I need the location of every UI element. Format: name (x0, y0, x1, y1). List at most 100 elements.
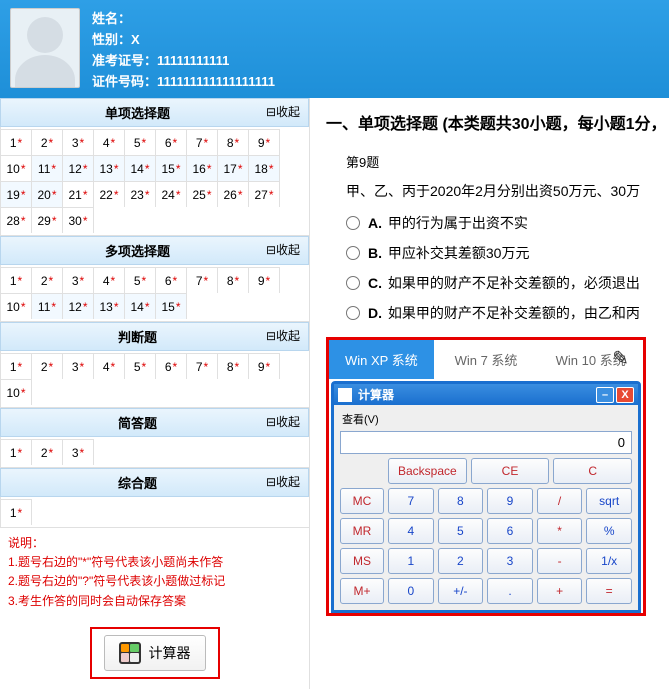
question-cell[interactable]: 14* (125, 155, 156, 181)
radio-b[interactable] (346, 246, 360, 260)
question-cell[interactable]: 3* (63, 267, 94, 293)
question-cell[interactable]: 18* (249, 155, 280, 181)
question-cell[interactable]: 16* (187, 155, 218, 181)
key-sqrt[interactable]: sqrt (586, 488, 632, 514)
question-cell[interactable]: 3* (63, 439, 94, 465)
tab-winxp[interactable]: Win XP 系统 (329, 340, 434, 379)
key-8[interactable]: 8 (438, 488, 484, 514)
question-cell[interactable]: 13* (94, 293, 125, 319)
question-cell[interactable]: 1* (1, 499, 32, 525)
question-cell[interactable]: 14* (125, 293, 156, 319)
minimize-button[interactable]: – (596, 387, 614, 403)
question-cell[interactable]: 30* (63, 207, 94, 233)
question-cell[interactable]: 6* (156, 353, 187, 379)
question-cell[interactable]: 1* (1, 267, 32, 293)
question-cell[interactable]: 15* (156, 293, 187, 319)
key-dot[interactable]: . (487, 578, 533, 604)
collapse-toggle[interactable]: ⊟收起 (266, 413, 300, 432)
key-divide[interactable]: / (537, 488, 583, 514)
question-cell[interactable]: 8* (218, 267, 249, 293)
question-cell[interactable]: 10* (1, 293, 32, 319)
key-mplus[interactable]: M+ (340, 578, 384, 604)
question-cell[interactable]: 9* (249, 129, 280, 155)
question-cell[interactable]: 2* (32, 129, 63, 155)
question-cell[interactable]: 17* (218, 155, 249, 181)
question-cell[interactable]: 8* (218, 353, 249, 379)
question-cell[interactable]: 15* (156, 155, 187, 181)
key-1[interactable]: 1 (388, 548, 434, 574)
option-b[interactable]: B. 甲应补交其差额30万元 (346, 243, 669, 263)
key-ms[interactable]: MS (340, 548, 384, 574)
question-cell[interactable]: 4* (94, 129, 125, 155)
key-multiply[interactable]: * (537, 518, 583, 544)
question-cell[interactable]: 8* (218, 129, 249, 155)
question-cell[interactable]: 3* (63, 353, 94, 379)
question-cell[interactable]: 9* (249, 267, 280, 293)
xp-menu-view[interactable]: 查看(V) (340, 409, 632, 431)
question-cell[interactable]: 6* (156, 267, 187, 293)
question-cell[interactable]: 5* (125, 353, 156, 379)
question-cell[interactable]: 1* (1, 129, 32, 155)
radio-a[interactable] (346, 216, 360, 230)
collapse-toggle[interactable]: ⊟收起 (266, 327, 300, 346)
question-cell[interactable]: 10* (1, 379, 32, 405)
collapse-toggle[interactable]: ⊟收起 (266, 473, 300, 492)
question-cell[interactable]: 5* (125, 129, 156, 155)
key-7[interactable]: 7 (388, 488, 434, 514)
radio-d[interactable] (346, 306, 360, 320)
question-cell[interactable]: 4* (94, 353, 125, 379)
key-9[interactable]: 9 (487, 488, 533, 514)
question-cell[interactable]: 12* (63, 155, 94, 181)
question-cell[interactable]: 9* (249, 353, 280, 379)
question-cell[interactable]: 1* (1, 353, 32, 379)
option-c[interactable]: C. 如果甲的财产不足补交差额的，必须退出 (346, 273, 669, 293)
key-add[interactable]: + (537, 578, 583, 604)
key-mr[interactable]: MR (340, 518, 384, 544)
collapse-toggle[interactable]: ⊟收起 (266, 241, 300, 260)
key-c[interactable]: C (553, 458, 632, 484)
question-cell[interactable]: 26* (218, 181, 249, 207)
key-2[interactable]: 2 (438, 548, 484, 574)
question-cell[interactable]: 23* (125, 181, 156, 207)
question-cell[interactable]: 22* (94, 181, 125, 207)
radio-c[interactable] (346, 276, 360, 290)
key-ce[interactable]: CE (471, 458, 550, 484)
question-cell[interactable]: 29* (32, 207, 63, 233)
question-cell[interactable]: 4* (94, 267, 125, 293)
question-cell[interactable]: 20* (32, 181, 63, 207)
key-percent[interactable]: % (586, 518, 632, 544)
question-cell[interactable]: 11* (32, 293, 63, 319)
question-cell[interactable]: 7* (187, 129, 218, 155)
question-cell[interactable]: 5* (125, 267, 156, 293)
collapse-toggle[interactable]: ⊟收起 (266, 103, 300, 122)
key-4[interactable]: 4 (388, 518, 434, 544)
question-cell[interactable]: 3* (63, 129, 94, 155)
key-backspace[interactable]: Backspace (388, 458, 467, 484)
key-0[interactable]: 0 (388, 578, 434, 604)
key-6[interactable]: 6 (487, 518, 533, 544)
question-cell[interactable]: 11* (32, 155, 63, 181)
question-cell[interactable]: 28* (1, 207, 32, 233)
question-cell[interactable]: 27* (249, 181, 280, 207)
key-subtract[interactable]: - (537, 548, 583, 574)
question-cell[interactable]: 19* (1, 181, 32, 207)
close-button[interactable]: X (616, 387, 634, 403)
question-cell[interactable]: 7* (187, 267, 218, 293)
question-cell[interactable]: 2* (32, 353, 63, 379)
key-plusminus[interactable]: +/- (438, 578, 484, 604)
key-mc[interactable]: MC (340, 488, 384, 514)
question-cell[interactable]: 1* (1, 439, 32, 465)
question-cell[interactable]: 2* (32, 439, 63, 465)
question-cell[interactable]: 2* (32, 267, 63, 293)
key-3[interactable]: 3 (487, 548, 533, 574)
question-cell[interactable]: 12* (63, 293, 94, 319)
calculator-button[interactable]: 计算器 (104, 635, 206, 671)
question-cell[interactable]: 10* (1, 155, 32, 181)
tab-win7[interactable]: Win 7 系统 (434, 340, 539, 379)
key-reciprocal[interactable]: 1/x (586, 548, 632, 574)
key-equals[interactable]: = (586, 578, 632, 604)
option-a[interactable]: A. 甲的行为属于出资不实 (346, 213, 669, 233)
question-cell[interactable]: 25* (187, 181, 218, 207)
question-cell[interactable]: 6* (156, 129, 187, 155)
option-d[interactable]: D. 如果甲的财产不足补交差额的，由乙和丙 (346, 303, 669, 323)
